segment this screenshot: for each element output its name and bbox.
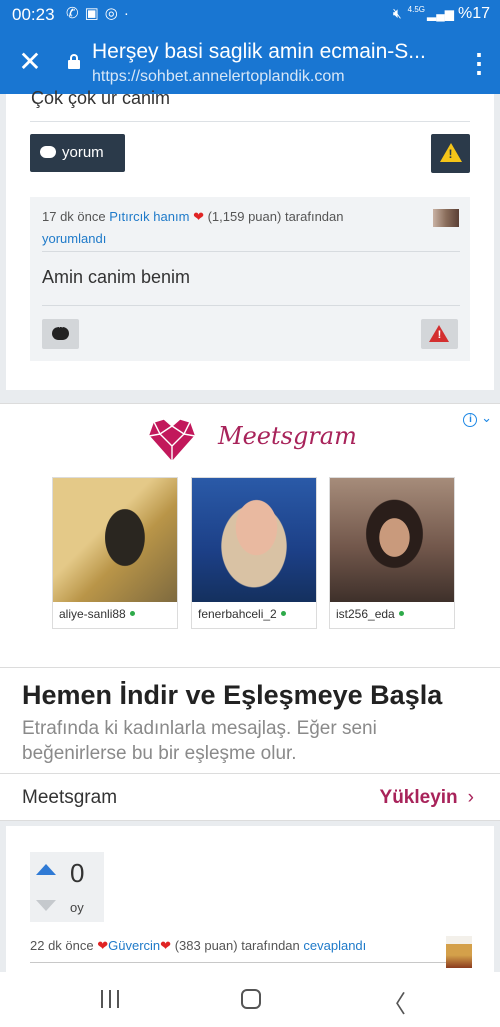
vote-count: 0 — [70, 858, 85, 888]
comment-by-text: tarafından — [284, 209, 344, 224]
page-title: Herşey basi saglik amin ecmain-S... — [92, 40, 426, 63]
heart-icon: ❤ — [97, 938, 109, 953]
comment-icon — [52, 321, 69, 340]
network-type: 4.5G — [407, 5, 425, 14]
comment-time: 17 dk önce — [42, 209, 106, 224]
vk-icon: ▣ — [84, 5, 105, 22]
status-bar: 00:23 ✆▣◎· 🔇︎ 4.5G ▂▄▆ %17 — [0, 0, 500, 32]
ad-profile-card[interactable]: aliye-sanli88 — [52, 477, 178, 629]
ad-profiles: aliye-sanli88 fenerbahceli_2 ist256_eda — [52, 477, 456, 629]
lock-icon[interactable] — [68, 54, 80, 69]
comment-points: (1,159 puan) — [207, 209, 282, 224]
divider — [30, 121, 470, 122]
dot-icon: · — [123, 5, 135, 22]
mute-icon: 🔇︎ — [392, 5, 402, 21]
online-dot-icon — [398, 611, 404, 616]
answer-meta: 22 dk önce ❤Güvercin❤ (383 puan) tarafın… — [30, 938, 450, 954]
downvote-icon[interactable] — [36, 900, 56, 911]
profile-username: aliye-sanli88 — [59, 607, 126, 621]
profile-photo — [53, 478, 177, 602]
vote-widget: 0 oy — [30, 852, 104, 922]
ad-install-label: Yükleyin — [379, 787, 458, 808]
system-nav-bar: 〈 — [0, 972, 500, 1027]
comment-author-link[interactable]: Pıtırcık hanım — [109, 209, 189, 224]
answer-author-link[interactable]: Güvercin — [108, 938, 160, 953]
post-card: Çok çok ur canim yorum ! 17 dk önce Pıtı… — [6, 88, 494, 390]
browser-toolbar: ✕ Herşey basi saglik amin ecmain-S... ht… — [0, 32, 500, 94]
avatar[interactable] — [433, 209, 459, 227]
avatar[interactable] — [446, 936, 472, 968]
url-text[interactable]: https://sohbet.annelertoplandik.com — [92, 68, 345, 86]
comment-text: Amin canim benim — [42, 267, 191, 287]
heart-icon: ❤ — [193, 209, 204, 224]
ad-profile-card[interactable]: fenerbahceli_2 — [191, 477, 317, 629]
divider — [42, 305, 460, 306]
back-icon[interactable]: 〈 — [382, 984, 406, 1019]
answer-time: 22 dk önce — [30, 938, 94, 953]
vote-label: oy — [70, 900, 84, 915]
battery-text: %17 — [457, 5, 490, 22]
chevron-right-icon: › — [467, 787, 474, 808]
comment-icon — [40, 140, 56, 178]
post-partial-text: Çok çok ur canim — [31, 88, 171, 108]
profile-photo — [192, 478, 316, 602]
profile-username: ist256_eda — [336, 607, 395, 621]
online-dot-icon — [129, 611, 135, 616]
recents-icon[interactable] — [101, 990, 121, 1008]
ad-headline[interactable]: Hemen İndir ve Eşleşmeye Başla — [22, 680, 442, 711]
comment: 17 dk önce Pıtırcık hanım ❤ (1,159 puan)… — [30, 197, 470, 361]
adchoices-icon[interactable]: i ⌄ — [463, 410, 492, 427]
comment-button[interactable]: yorum — [30, 134, 125, 178]
upvote-icon[interactable] — [36, 864, 56, 875]
close-icon[interactable]: ✕ — [16, 46, 44, 78]
answer-points: (383 puan) — [174, 938, 238, 953]
answer-by-text: tarafından — [241, 938, 300, 953]
signal-icon: ▂▄▆ — [427, 7, 454, 21]
warning-mark: ! — [437, 329, 442, 341]
ad-body: Etrafında ki kadınlarla mesajlaş. Eğer s… — [22, 718, 377, 764]
report-comment-button[interactable]: ! — [421, 319, 458, 349]
divider — [42, 251, 460, 252]
warning-mark: ! — [448, 147, 453, 161]
status-time: 00:23 — [12, 5, 55, 24]
ad-profile-card[interactable]: ist256_eda — [329, 477, 455, 629]
notification-icons: ✆▣◎· — [66, 4, 135, 22]
report-button[interactable]: ! — [431, 134, 470, 173]
advertisement[interactable]: i ⌄ Meetsgram aliye-sanli88 fenerbahceli… — [0, 403, 500, 821]
meetsgram-logo-icon — [147, 418, 197, 464]
status-right: 🔇︎ 4.5G ▂▄▆ %17 — [393, 5, 490, 23]
ad-logo-text: Meetsgram — [218, 422, 357, 450]
online-dot-icon — [280, 611, 286, 616]
profile-username: fenerbahceli_2 — [198, 607, 277, 621]
divider — [0, 667, 500, 668]
home-icon[interactable] — [241, 989, 261, 1009]
comment-action-link[interactable]: yorumlandı — [42, 231, 106, 246]
answer-card: 0 oy 22 dk önce ❤Güvercin❤ (383 puan) ta… — [6, 826, 494, 976]
answer-action-link[interactable]: cevaplandı — [303, 938, 366, 953]
heart-icon: ❤ — [160, 938, 172, 953]
comment-meta: 17 dk önce Pıtırcık hanım ❤ (1,159 puan)… — [42, 206, 422, 250]
profile-photo — [330, 478, 454, 602]
reply-button[interactable] — [42, 319, 79, 349]
instagram-icon: ◎ — [104, 5, 124, 22]
comment-button-label: yorum — [62, 144, 104, 161]
divider — [30, 962, 446, 963]
whatsapp-icon: ✆ — [66, 5, 85, 22]
overflow-menu-icon[interactable]: ⋮ — [466, 48, 492, 78]
ad-brand: Meetsgram — [22, 787, 118, 808]
ad-install-button[interactable]: Yükleyin › — [380, 787, 474, 809]
divider — [0, 773, 500, 774]
